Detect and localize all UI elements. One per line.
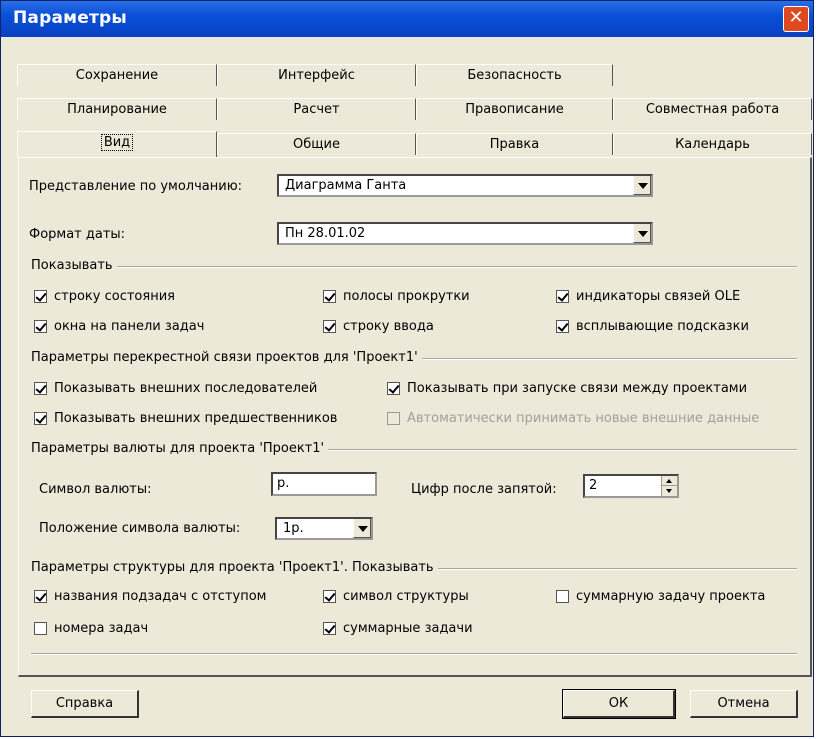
show-group-title: Показывать xyxy=(31,258,117,273)
checkbox-box[interactable] xyxy=(556,290,569,303)
checkbox-box[interactable] xyxy=(387,382,400,395)
checkbox-box[interactable] xyxy=(34,622,47,635)
tab-save[interactable]: Сохранение xyxy=(17,64,217,86)
checkbox-box[interactable] xyxy=(323,590,336,603)
chevron-down-icon[interactable] xyxy=(633,176,651,195)
currency-placement-select[interactable]: 1р. xyxy=(275,517,373,540)
window-title: Параметры xyxy=(13,8,127,28)
title-bar[interactable]: Параметры ✕ xyxy=(1,1,813,37)
checkbox-box[interactable] xyxy=(323,622,336,635)
checkbox-box[interactable] xyxy=(34,382,47,395)
outline-group-title: Параметры структуры для проекта 'Проект1… xyxy=(31,560,438,575)
tab-collaborate[interactable]: Совместная работа xyxy=(613,98,812,120)
currency-symbol-input[interactable]: р. xyxy=(271,472,377,496)
options-dialog: Параметры ✕ Сохранение Интерфейс Безопас… xyxy=(0,0,814,737)
tab-view[interactable]: Вид xyxy=(17,131,217,157)
checkbox-box[interactable] xyxy=(34,290,47,303)
tab-security[interactable]: Безопасность xyxy=(416,64,613,86)
spin-down-icon[interactable] xyxy=(662,486,677,496)
chevron-down-icon[interactable] xyxy=(633,224,651,243)
tab-edit[interactable]: Правка xyxy=(416,133,613,155)
checkbox-box[interactable] xyxy=(323,290,336,303)
tab-calculation[interactable]: Расчет xyxy=(217,98,416,120)
default-view-select[interactable]: Диаграмма Ганта xyxy=(277,174,653,197)
default-view-label: Представление по умолчанию: xyxy=(29,179,243,194)
group-divider xyxy=(31,266,797,268)
date-format-select[interactable]: Пн 28.01.02 xyxy=(277,222,653,245)
date-format-label: Формат даты: xyxy=(29,227,126,242)
cancel-button[interactable]: Отмена xyxy=(690,690,798,718)
tab-calendar[interactable]: Календарь xyxy=(613,133,812,155)
currency-group-title: Параметры валюты для проекта 'Проект1' xyxy=(31,441,329,456)
crosslink-group-title: Параметры перекрестной связи проектов дл… xyxy=(31,350,422,365)
bottom-divider xyxy=(31,653,797,655)
help-button[interactable]: Справка xyxy=(31,690,139,718)
checkbox-box xyxy=(387,412,400,425)
decimal-digits-spinner[interactable]: 2 xyxy=(583,474,679,498)
checkbox-box[interactable] xyxy=(34,412,47,425)
tab-general[interactable]: Общие xyxy=(217,133,416,155)
currency-placement-label: Положение символа валюты: xyxy=(39,521,241,536)
tab-scheduling[interactable]: Планирование xyxy=(17,98,217,120)
close-button[interactable]: ✕ xyxy=(783,6,809,32)
checkbox-box[interactable] xyxy=(556,590,569,603)
chevron-down-icon[interactable] xyxy=(353,519,371,538)
tab-spelling[interactable]: Правописание xyxy=(416,98,613,120)
spin-buttons[interactable] xyxy=(661,476,677,496)
ok-button[interactable]: ОК xyxy=(562,689,676,719)
checkbox-box[interactable] xyxy=(34,590,47,603)
spin-up-icon[interactable] xyxy=(662,476,677,486)
checkbox-box[interactable] xyxy=(556,320,569,333)
checkbox-box[interactable] xyxy=(323,320,336,333)
currency-symbol-label: Символ валюты: xyxy=(39,482,152,497)
close-icon: ✕ xyxy=(788,7,804,28)
checkbox-box[interactable] xyxy=(34,320,47,333)
decimal-digits-label: Цифр после запятой: xyxy=(411,482,557,497)
tab-interface[interactable]: Интерфейс xyxy=(217,64,416,86)
